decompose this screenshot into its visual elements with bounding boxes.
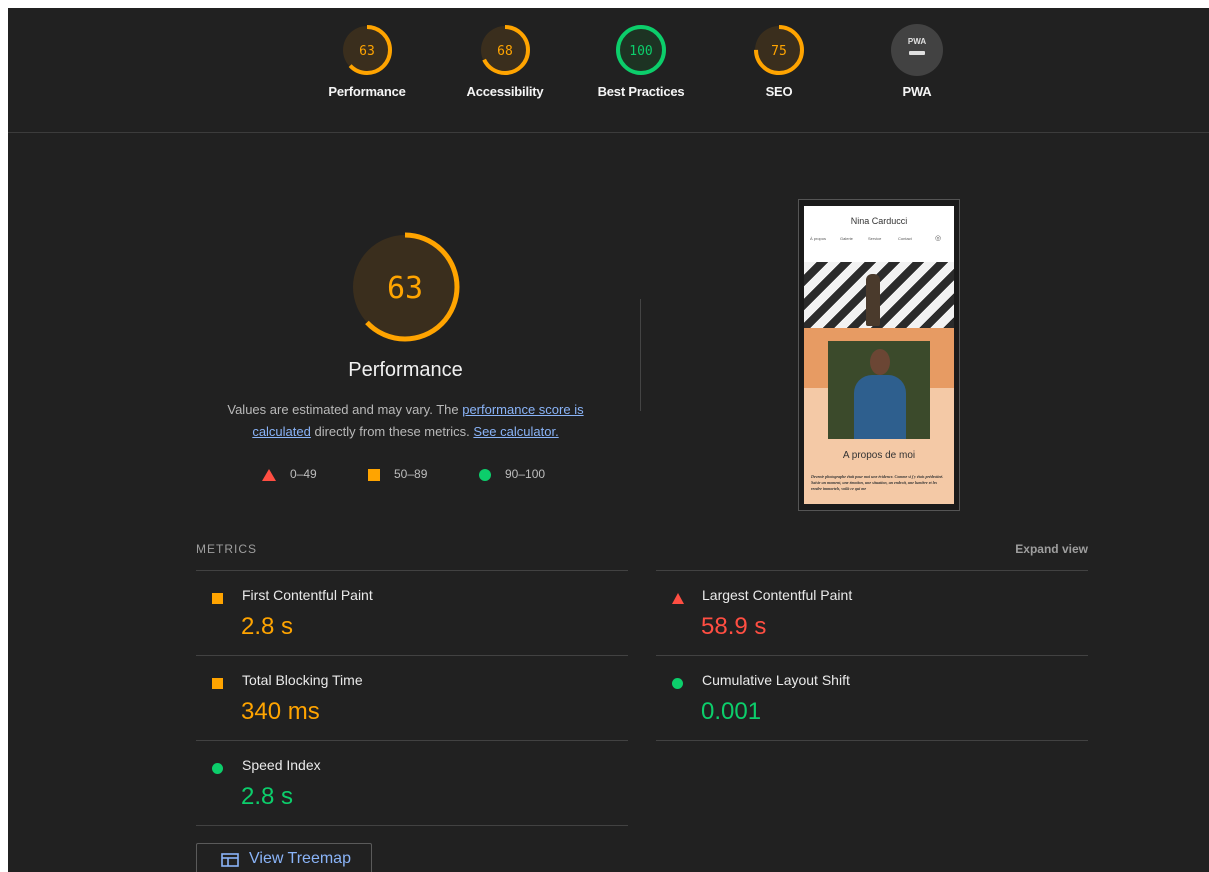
performance-title: Performance: [348, 359, 463, 381]
screenshot-section-title: A propos de moi: [842, 450, 916, 461]
gauge-pwa[interactable]: PWA PWA: [862, 22, 972, 99]
view-treemap-label: View Treemap: [249, 850, 351, 867]
gauge-seo[interactable]: 75 SEO: [724, 22, 834, 99]
metrics-divider: [196, 825, 628, 826]
legend-average-label: 50–89: [394, 467, 428, 481]
metric-value: 340 ms: [241, 698, 320, 725]
screenshot-nav-item: Service: [868, 236, 882, 241]
metric-value: 2.8 s: [241, 613, 294, 640]
screenshot-nav-item: Galerie: [840, 236, 853, 241]
metric-title: Largest Contentful Paint: [702, 587, 853, 603]
metric-title: Cumulative Layout Shift: [702, 672, 850, 688]
gauge-seo-label: SEO: [765, 84, 793, 99]
treemap-icon: [221, 853, 239, 867]
gauge-best-practices-ring: 100: [616, 25, 666, 75]
performance-gauge: 63: [350, 232, 460, 342]
metric-speed-index: Speed Index 2.8 s: [196, 740, 628, 826]
screenshot-nav-item: Contact: [898, 236, 912, 241]
average-square-icon: [212, 593, 223, 605]
pass-circle-icon: [212, 763, 223, 775]
expand-view-toggle[interactable]: Expand view: [976, 542, 1088, 556]
see-calculator-link[interactable]: See calculator.: [473, 424, 558, 439]
metric-cumulative-layout-shift: Cumulative Layout Shift 0.001: [656, 655, 1088, 741]
metric-value: 2.8 s: [241, 783, 294, 810]
gauge-pwa-label: PWA: [902, 84, 932, 99]
metric-total-blocking-time: Total Blocking Time 340 ms: [196, 655, 628, 741]
gauge-performance-ring: 63: [342, 25, 392, 75]
pwa-badge-icon: PWA: [891, 24, 943, 76]
vertical-divider: [640, 299, 641, 411]
average-square-icon: [212, 678, 223, 690]
screenshot-content: Nina Carducci À propos Galerie Service C…: [804, 206, 954, 504]
screenshot-portrait-image: [828, 341, 930, 439]
gauge-accessibility-label: Accessibility: [466, 84, 544, 99]
metric-title: Total Blocking Time: [242, 672, 363, 688]
performance-score: 63: [387, 271, 423, 306]
gauge-performance-label: Performance: [328, 84, 406, 99]
legend-pass: 90–100: [479, 465, 545, 483]
screenshot-hero-figure: [866, 274, 880, 326]
screenshot-body-text: Devenir photographe était pour moi une é…: [811, 474, 944, 491]
metric-value: 0.001: [701, 698, 762, 725]
metric-value: 58.9 s: [701, 613, 767, 640]
screenshot-header: [804, 206, 954, 262]
screenshot-nav-item: À propos: [810, 236, 827, 241]
metric-largest-contentful-paint: Largest Contentful Paint 58.9 s: [656, 570, 1088, 656]
pass-circle-icon: [479, 468, 491, 481]
metric-title: Speed Index: [242, 757, 321, 773]
pwa-badge-text: PWA: [908, 37, 926, 46]
score-legend: 0–49 50–89 90–100: [258, 465, 568, 485]
pass-circle-icon: [672, 678, 683, 690]
gauge-best-practices[interactable]: 100 Best Practices: [586, 22, 696, 99]
scores-header: 63 Performance 68 Accessibility 100 Best…: [8, 8, 1209, 133]
gauge-best-practices-label: Best Practices: [597, 84, 685, 99]
view-treemap-button[interactable]: View Treemap: [196, 843, 372, 872]
metric-title: First Contentful Paint: [242, 587, 373, 603]
metrics-divider: [656, 740, 1088, 741]
fail-triangle-icon: [672, 593, 684, 605]
fail-triangle-icon: [262, 468, 276, 481]
gauge-accessibility-score: 68: [497, 44, 513, 59]
legend-fail-label: 0–49: [290, 467, 317, 481]
lighthouse-report: 63 Performance 68 Accessibility 100 Best…: [8, 8, 1209, 872]
gauge-performance[interactable]: 63 Performance: [312, 22, 422, 99]
gauge-accessibility[interactable]: 68 Accessibility: [450, 22, 560, 99]
legend-average: 50–89: [368, 465, 427, 483]
legend-pass-label: 90–100: [505, 467, 546, 481]
average-square-icon: [368, 468, 380, 481]
final-screenshot[interactable]: Nina Carducci À propos Galerie Service C…: [798, 199, 960, 511]
desc-text-1: Values are estimated and may vary. The: [227, 402, 463, 417]
metric-first-contentful-paint: First Contentful Paint 2.8 s: [196, 570, 628, 656]
desc-text-2: directly from these metrics.: [310, 424, 474, 439]
gauge-performance-score: 63: [359, 44, 375, 59]
gauge-accessibility-ring: 68: [480, 25, 530, 75]
screenshot-site-name: Nina Carducci: [850, 216, 908, 226]
legend-fail: 0–49: [262, 465, 317, 483]
gauge-seo-ring: 75: [754, 25, 804, 75]
performance-description: Values are estimated and may vary. The p…: [208, 399, 603, 443]
metrics-heading: METRICS: [196, 542, 257, 556]
instagram-icon: ◎: [935, 235, 942, 242]
gauge-best-practices-score: 100: [629, 44, 652, 59]
gauge-seo-score: 75: [771, 44, 787, 59]
